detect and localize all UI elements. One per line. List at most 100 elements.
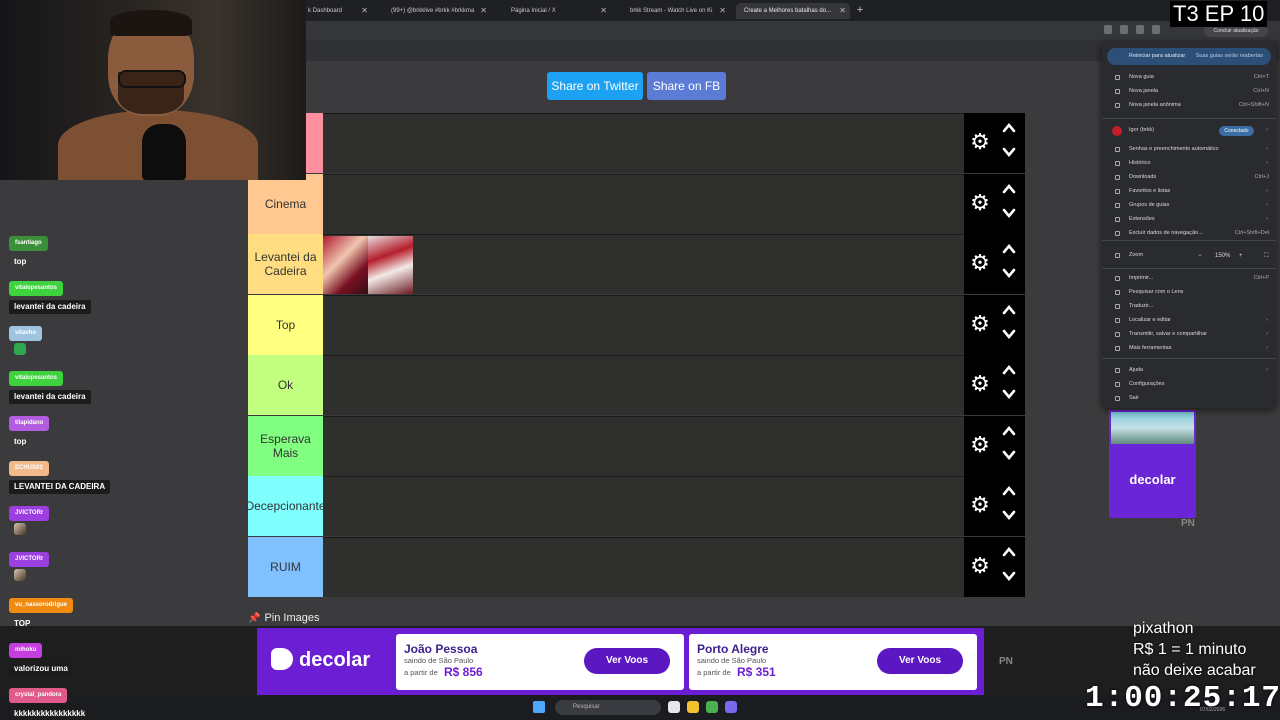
tier-item-image[interactable] (323, 236, 368, 294)
banner-logo-text: decolar (299, 649, 371, 671)
decolar-side-ad[interactable]: decolar (1109, 410, 1196, 518)
bookmark-star-icon[interactable] (1152, 25, 1160, 34)
chevron-up-icon[interactable] (1002, 363, 1016, 377)
share-fb-button[interactable]: Share on FB (647, 72, 726, 100)
tab-dashboard[interactable]: k Dashboard ✕ (300, 3, 372, 19)
chevron-down-icon[interactable] (1002, 448, 1016, 462)
tier-drop-zone[interactable] (323, 536, 964, 597)
menu-item[interactable]: Downloads Ctrl+J (1102, 171, 1276, 184)
close-icon[interactable]: ✕ (361, 3, 368, 19)
pn-label: PN (999, 656, 1013, 667)
tier-drop-zone[interactable] (323, 294, 964, 355)
share-icon[interactable] (1136, 25, 1144, 34)
chrome-icon[interactable] (706, 701, 718, 713)
tab-tiermaker[interactable]: Create a Melhores batalhas do... ✕ (736, 3, 850, 19)
menu-item[interactable]: Grupos de guias › (1102, 199, 1276, 212)
menu-item[interactable]: Nova janela Ctrl+N (1102, 85, 1276, 98)
pin-images-row[interactable]: 📌 Pin Images (248, 612, 319, 624)
tier-label[interactable]: Esperava Mais (248, 415, 323, 476)
discord-icon[interactable] (725, 701, 737, 713)
menu-item[interactable]: Mais ferramentas › (1102, 342, 1276, 355)
tab-x[interactable]: Página Inicial / X ✕ (503, 3, 611, 19)
zoom-plus-button[interactable]: + (1239, 253, 1243, 259)
flight-card[interactable]: Porto Alegre saindo de São Paulo a parti… (689, 634, 977, 690)
tier-controls: ⚙ (964, 173, 1025, 234)
tier-controls: ⚙ (964, 355, 1025, 415)
menu-item[interactable]: Excluir dados de navegação... Ctrl+Shift+… (1102, 227, 1276, 240)
chevron-down-icon[interactable] (1002, 206, 1016, 220)
tab-tiktok[interactable]: (99+) @brkklive #brkk #brkkma ✕ (383, 3, 491, 19)
tab-kick[interactable]: brkk Stream - Watch Live on Ki ✕ (622, 3, 730, 19)
restart-to-update-item[interactable]: Reiniciar para atualizar Suas guias serão… (1107, 48, 1271, 65)
chevron-down-icon[interactable] (1002, 387, 1016, 401)
chat-username: JVICTORr (9, 506, 50, 521)
tier-drop-zone[interactable] (323, 173, 964, 234)
chevron-up-icon[interactable] (1002, 182, 1016, 196)
tier-label[interactable]: Decepcionante (245, 476, 326, 536)
menu-item[interactable]: Pesquisar com o Lens (1102, 286, 1276, 299)
menu-item[interactable]: Traduzir... (1102, 300, 1276, 313)
menu-item[interactable]: Imprimir... Ctrl+P (1102, 272, 1276, 285)
close-icon[interactable]: ✕ (600, 3, 607, 19)
tier-drop-zone[interactable] (323, 355, 964, 415)
chevron-up-icon[interactable] (1002, 424, 1016, 438)
windows-start-icon[interactable] (533, 701, 545, 713)
zoom-icon[interactable] (1120, 25, 1128, 34)
fullscreen-icon[interactable]: ⛶ (1264, 253, 1268, 260)
chevron-down-icon[interactable] (1002, 327, 1016, 341)
menu-item[interactable]: Nova guia Ctrl+T (1102, 71, 1276, 84)
menu-item[interactable]: Configurações (1102, 378, 1276, 391)
chevron-up-icon[interactable] (1002, 121, 1016, 135)
tier-drop-zone[interactable] (323, 113, 964, 173)
tier-label[interactable]: Top (248, 294, 323, 355)
close-icon[interactable]: ✕ (480, 3, 487, 19)
menu-item[interactable]: Localizar e editar › (1102, 314, 1276, 327)
taskbar-search[interactable]: Pesquisar (555, 700, 661, 715)
gear-icon[interactable]: ⚙ (969, 433, 991, 456)
chevron-down-icon[interactable] (1002, 266, 1016, 280)
gear-icon[interactable]: ⚙ (969, 554, 991, 577)
menu-item[interactable]: Nova janela anônima Ctrl+Shift+N (1102, 99, 1276, 112)
task-view-icon[interactable] (668, 701, 680, 713)
tier-label[interactable]: Cinema (248, 173, 323, 234)
gear-icon[interactable]: ⚙ (969, 131, 991, 153)
chevron-down-icon[interactable] (1002, 508, 1016, 522)
tier-label[interactable]: Ok (248, 355, 323, 415)
chevron-up-icon[interactable] (1002, 484, 1016, 498)
ver-voos-button[interactable]: Ver Voos (584, 648, 670, 674)
tier-item-image[interactable] (368, 236, 413, 294)
chevron-up-icon[interactable] (1002, 242, 1016, 256)
new-tab-icon[interactable]: + (854, 3, 866, 17)
chat-username: mihoku (9, 643, 43, 658)
tier-label[interactable]: Levantei da Cadeira (248, 234, 323, 294)
chevron-up-icon[interactable] (1002, 545, 1016, 559)
menu-item[interactable]: Favoritos e listas › (1102, 185, 1276, 198)
gear-icon[interactable]: ⚙ (969, 252, 991, 274)
menu-item[interactable]: Ajuda › (1102, 364, 1276, 377)
share-twitter-button[interactable]: Share on Twitter (547, 72, 643, 100)
gear-icon[interactable]: ⚙ (969, 373, 991, 395)
menu-item[interactable]: Transmitir, salvar e compartilhar › (1102, 328, 1276, 341)
gear-icon[interactable]: ⚙ (969, 494, 991, 516)
tier-drop-zone[interactable] (323, 476, 964, 536)
extension-icon[interactable] (1104, 25, 1112, 34)
menu-item[interactable]: Histórico › (1102, 157, 1276, 170)
menu-item[interactable]: Sair (1102, 392, 1276, 405)
tier-drop-zone[interactable] (323, 415, 964, 476)
tier-label[interactable]: RUIM (248, 536, 323, 597)
menu-item[interactable]: Extensões › (1102, 213, 1276, 226)
chevron-down-icon[interactable] (1002, 569, 1016, 583)
flight-card[interactable]: João Pessoa saindo de São Paulo a partir… (396, 634, 684, 690)
gear-icon[interactable]: ⚙ (969, 312, 991, 335)
tier-drop-zone[interactable] (323, 234, 964, 294)
gear-icon[interactable]: ⚙ (969, 191, 991, 214)
zoom-minus-button[interactable]: − (1198, 253, 1202, 259)
file-explorer-icon[interactable] (687, 701, 699, 713)
close-icon[interactable]: ✕ (839, 3, 846, 19)
ver-voos-button[interactable]: Ver Voos (877, 648, 963, 674)
close-icon[interactable]: ✕ (719, 3, 726, 19)
chevron-down-icon[interactable] (1002, 145, 1016, 159)
chevron-up-icon[interactable] (1002, 303, 1016, 317)
menu-item[interactable]: Senhas e preenchimento automático › (1102, 143, 1276, 156)
decolar-banner-ad[interactable]: decolar João Pessoa saindo de São Paulo … (257, 628, 984, 695)
